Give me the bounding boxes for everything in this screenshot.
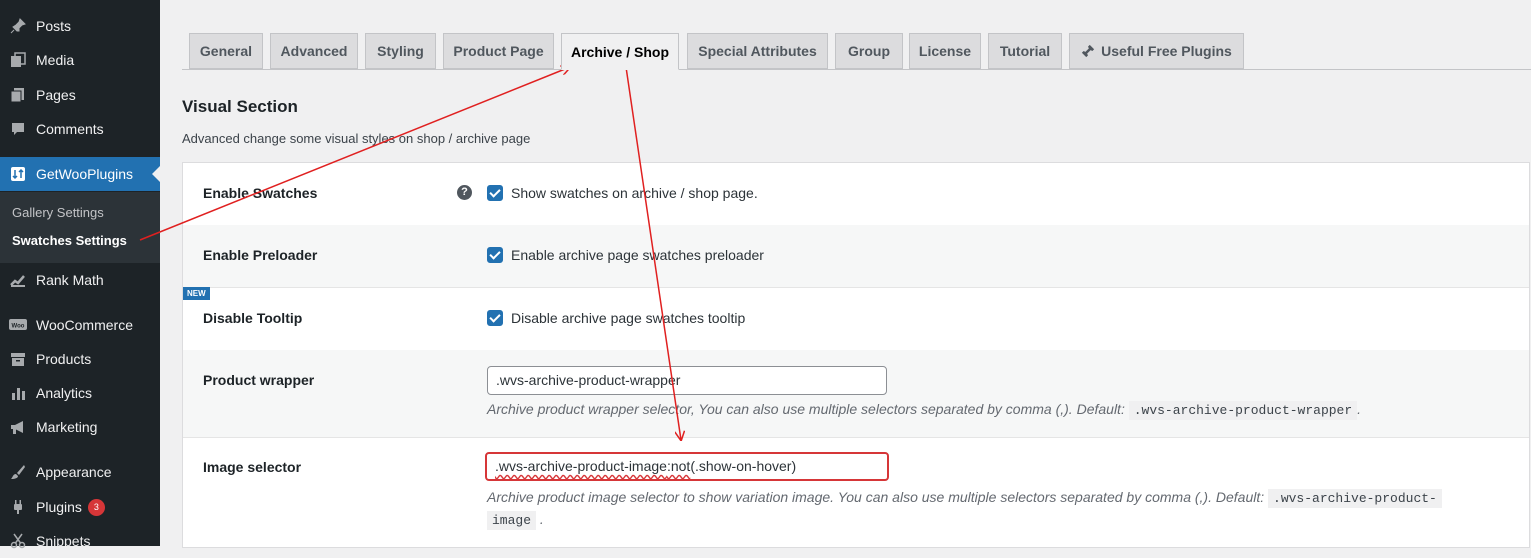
setting-row-product-wrapper: Product wrapper .wvs-archive-product-wra… bbox=[183, 350, 1529, 438]
input-value-part: (.show-on-hover) bbox=[690, 458, 797, 474]
menu-pages[interactable]: Pages bbox=[0, 78, 160, 112]
tab-archive-shop[interactable]: Archive / Shop bbox=[561, 33, 679, 70]
plugins-update-badge: 3 bbox=[87, 498, 105, 516]
menu-analytics[interactable]: Analytics bbox=[0, 376, 160, 410]
setting-label: Disable Tooltip bbox=[203, 310, 303, 326]
comment-icon bbox=[8, 121, 28, 137]
checkbox-label: Disable archive page swatches tooltip bbox=[511, 310, 746, 326]
megaphone-icon bbox=[8, 419, 28, 435]
media-icon bbox=[8, 52, 28, 68]
analytics-icon bbox=[8, 385, 28, 401]
settings-form: Enable Swatches ? Show swatches on archi… bbox=[182, 162, 1530, 548]
pin-icon bbox=[8, 18, 28, 34]
default-value-code: image bbox=[487, 511, 537, 530]
menu-label: Posts bbox=[36, 18, 72, 34]
menu-label: Media bbox=[36, 52, 75, 68]
setting-row-enable-swatches: Enable Swatches ? Show swatches on archi… bbox=[183, 163, 1529, 226]
menu-woocommerce[interactable]: Woo WooCommerce bbox=[0, 308, 160, 342]
submenu-swatches-settings[interactable]: Swatches Settings bbox=[12, 233, 127, 248]
description-end: . bbox=[539, 511, 544, 527]
menu-label: GetWooPlugins bbox=[36, 166, 134, 182]
input-value-part: :not bbox=[666, 458, 691, 474]
setting-label: Enable Swatches bbox=[203, 185, 318, 201]
setting-row-disable-tooltip: NEW Disable Tooltip Disable archive page… bbox=[183, 287, 1529, 351]
help-icon[interactable]: ? bbox=[457, 185, 472, 200]
default-value-code: .wvs-archive-product-wrapper bbox=[1128, 401, 1358, 420]
menu-comments[interactable]: Comments bbox=[0, 112, 160, 146]
menu-posts[interactable]: Posts bbox=[0, 9, 160, 43]
plug-icon bbox=[8, 499, 28, 515]
archive-icon bbox=[8, 351, 28, 367]
setting-row-enable-preloader: Enable Preloader Enable archive page swa… bbox=[183, 225, 1529, 288]
menu-label: Marketing bbox=[36, 419, 98, 435]
field-description: Archive product image selector to show v… bbox=[487, 487, 1487, 531]
menu-label: Snippets bbox=[36, 533, 91, 549]
submenu-gallery-settings[interactable]: Gallery Settings bbox=[12, 205, 104, 220]
product-wrapper-input[interactable]: .wvs-archive-product-wrapper bbox=[487, 366, 887, 395]
description-end: . bbox=[1357, 401, 1362, 417]
rank-math-icon bbox=[8, 272, 28, 288]
menu-label: Pages bbox=[36, 87, 76, 103]
description-text: Archive product wrapper selector, You ca… bbox=[487, 401, 1125, 417]
menu-rank-math[interactable]: Rank Math bbox=[0, 263, 160, 297]
checkbox-label: Enable archive page swatches preloader bbox=[511, 247, 764, 263]
setting-label: Image selector bbox=[203, 459, 302, 475]
tab-group[interactable]: Group bbox=[835, 33, 903, 69]
tab-special-attributes[interactable]: Special Attributes bbox=[687, 33, 828, 69]
menu-appearance[interactable]: Appearance bbox=[0, 455, 160, 489]
section-title: Visual Section bbox=[182, 97, 298, 116]
scissors-icon bbox=[8, 533, 28, 549]
tab-label: Useful Free Plugins bbox=[1101, 43, 1232, 59]
menu-snippets[interactable]: Snippets bbox=[0, 524, 160, 558]
woo-icon: Woo bbox=[8, 318, 28, 332]
enable-swatches-checkbox[interactable] bbox=[487, 185, 503, 201]
tab-advanced[interactable]: Advanced bbox=[270, 33, 358, 69]
setting-label: Enable Preloader bbox=[203, 247, 318, 263]
menu-products[interactable]: Products bbox=[0, 342, 160, 376]
menu-media[interactable]: Media bbox=[0, 43, 160, 77]
enable-preloader-checkbox[interactable] bbox=[487, 247, 503, 263]
tab-product-page[interactable]: Product Page bbox=[443, 33, 554, 69]
menu-plugins[interactable]: Plugins 3 bbox=[0, 490, 160, 524]
checkbox-label: Show swatches on archive / shop page. bbox=[511, 185, 758, 201]
default-value-code: .wvs-archive-product- bbox=[1268, 489, 1442, 508]
tab-styling[interactable]: Styling bbox=[365, 33, 436, 69]
section-description: Advanced change some visual styles on sh… bbox=[182, 131, 531, 146]
input-value-part: .wvs-archive-product-image bbox=[495, 458, 667, 474]
disable-tooltip-checkbox[interactable] bbox=[487, 310, 503, 326]
admin-sidebar: Posts Media Pages Comments GetWooPlugins… bbox=[0, 0, 160, 549]
menu-label: Analytics bbox=[36, 385, 93, 401]
svg-text:Woo: Woo bbox=[12, 324, 25, 330]
settings-tabs: General Advanced Styling Product Page Ar… bbox=[182, 0, 1531, 70]
brush-icon bbox=[8, 464, 28, 480]
tab-license[interactable]: License bbox=[909, 33, 981, 69]
tab-tutorial[interactable]: Tutorial bbox=[988, 33, 1062, 69]
plug-icon bbox=[1081, 44, 1095, 58]
pages-icon bbox=[8, 87, 28, 103]
menu-label: Appearance bbox=[36, 464, 112, 480]
field-description: Archive product wrapper selector, You ca… bbox=[487, 399, 1487, 421]
getwooplugins-submenu: Gallery Settings Swatches Settings bbox=[0, 192, 160, 263]
setting-label: Product wrapper bbox=[203, 372, 315, 388]
new-badge: NEW bbox=[183, 287, 210, 300]
menu-label: Comments bbox=[36, 121, 104, 137]
menu-getwooplugins[interactable]: GetWooPlugins bbox=[0, 157, 160, 191]
description-text: Archive product image selector to show v… bbox=[487, 489, 1265, 505]
menu-label: Rank Math bbox=[36, 272, 104, 288]
menu-marketing[interactable]: Marketing bbox=[0, 410, 160, 444]
tab-useful-free-plugins[interactable]: Useful Free Plugins bbox=[1069, 33, 1244, 69]
menu-label: WooCommerce bbox=[36, 317, 133, 333]
tab-general[interactable]: General bbox=[189, 33, 263, 69]
menu-label: Products bbox=[36, 351, 92, 367]
getwooplugins-icon bbox=[8, 166, 28, 182]
image-selector-input[interactable]: .wvs-archive-product-image:not(.show-on-… bbox=[485, 452, 889, 481]
setting-row-image-selector: Image selector .wvs-archive-product-imag… bbox=[183, 437, 1529, 547]
menu-label: Plugins bbox=[36, 499, 82, 515]
